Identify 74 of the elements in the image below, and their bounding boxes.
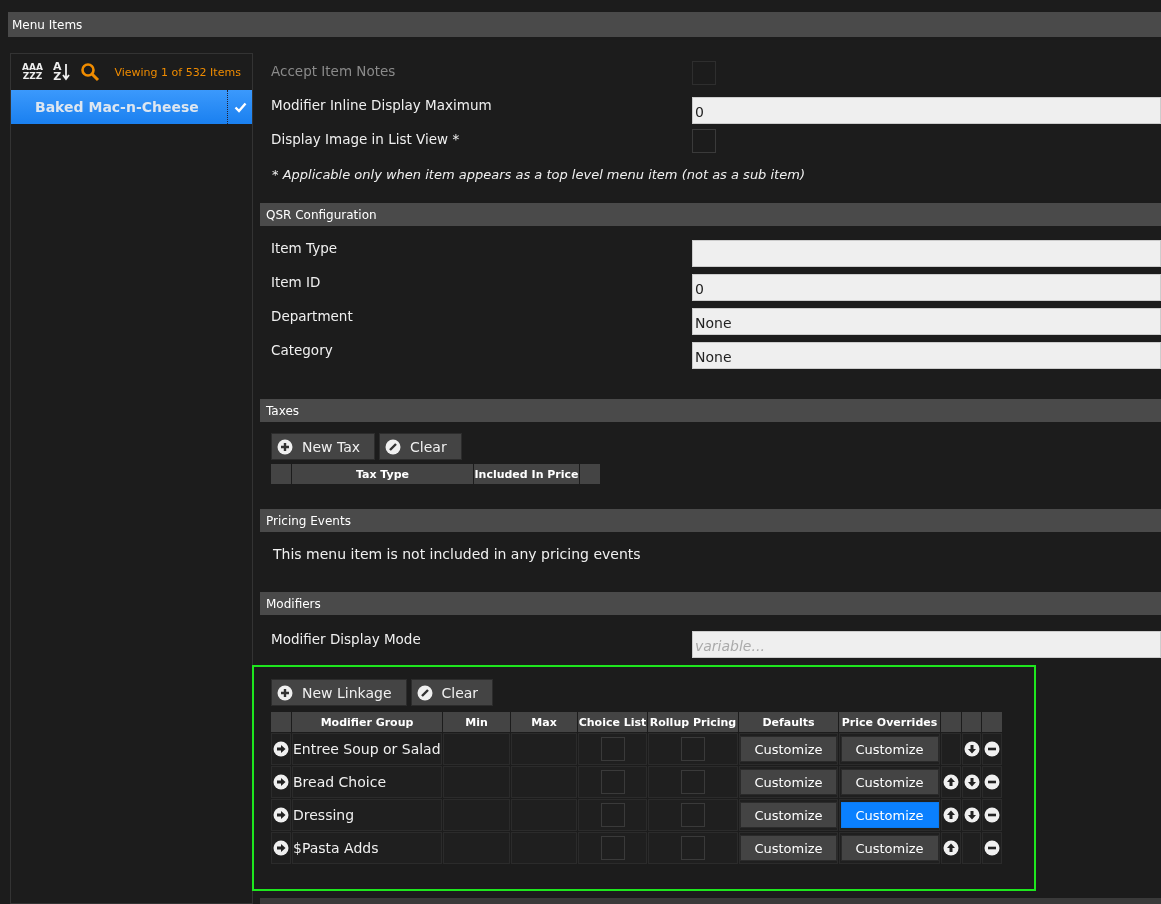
plus-icon xyxy=(277,438,293,455)
table-header xyxy=(941,712,961,732)
new-tax-button[interactable]: New Tax xyxy=(271,433,376,460)
checkbox[interactable] xyxy=(681,836,705,860)
remove-icon[interactable] xyxy=(984,840,1000,856)
checkbox[interactable] xyxy=(600,836,625,860)
slash-circle-icon xyxy=(416,684,433,701)
remove-icon[interactable] xyxy=(984,741,1000,757)
item-count: Viewing 1 of 532 Items xyxy=(114,65,241,79)
table-header xyxy=(580,464,600,484)
customize-button[interactable]: Customize xyxy=(840,835,939,861)
sort-group-button[interactable]: AAA ZZZ xyxy=(22,63,43,81)
checkbox[interactable] xyxy=(600,770,625,794)
customize-button[interactable]: Customize xyxy=(740,802,837,828)
field-label: Modifier Display Mode xyxy=(271,630,421,647)
table-cell xyxy=(443,733,510,765)
sort-az-button[interactable]: A Z xyxy=(52,62,71,82)
checkbox[interactable] xyxy=(692,129,716,153)
customize-button[interactable]: Customize xyxy=(840,736,939,762)
input-field[interactable]: 0 xyxy=(692,274,1161,301)
section-header: QSR Configuration xyxy=(260,203,1161,226)
section-header: Pricing Events xyxy=(260,509,1161,532)
column-header: Max xyxy=(511,712,577,732)
column-header: Tax Type xyxy=(292,464,473,484)
field-label: Display Image in List View * xyxy=(271,130,460,147)
customize-button[interactable]: Customize xyxy=(740,736,837,762)
field-label: Modifier Inline Display Maximum xyxy=(271,96,492,113)
input-field[interactable]: variable... xyxy=(692,631,1161,658)
slash-circle-icon xyxy=(385,438,402,455)
input-field[interactable]: None xyxy=(692,342,1161,369)
table-header xyxy=(962,712,981,732)
clear-button[interactable]: Clear xyxy=(410,679,494,706)
table-cell: Entree Soup or Salad xyxy=(292,733,442,765)
checkbox[interactable] xyxy=(600,737,625,761)
new-linkage-button[interactable]: New Linkage xyxy=(271,679,407,706)
remove-icon[interactable] xyxy=(984,807,1000,823)
checkbox[interactable] xyxy=(681,803,705,827)
search-icon[interactable] xyxy=(80,62,101,82)
column-header: Price Overrides xyxy=(839,712,940,732)
customize-button[interactable]: Customize xyxy=(740,835,837,861)
window-title: Menu Items xyxy=(8,12,1161,37)
checkbox[interactable] xyxy=(681,770,705,794)
field-label: Department xyxy=(271,307,353,324)
input-field[interactable] xyxy=(692,240,1161,267)
column-header: Modifier Group xyxy=(292,712,442,732)
column-header: Rollup Pricing xyxy=(648,712,738,732)
customize-button[interactable]: Customize xyxy=(840,802,939,828)
checkbox[interactable] xyxy=(681,737,705,761)
footnote: * Applicable only when item appears as a top level menu item (not as a sub item) xyxy=(271,166,806,184)
column-header: Choice List xyxy=(578,712,647,732)
column-header: Included In Price xyxy=(474,464,579,484)
table-header xyxy=(271,464,291,484)
plus-icon xyxy=(277,684,293,701)
field-label: Accept Item Notes xyxy=(271,62,396,79)
customize-button[interactable]: Customize xyxy=(840,769,939,795)
table-header xyxy=(271,712,291,732)
field-label: Item Type xyxy=(271,239,338,256)
table-cell: $Pasta Adds xyxy=(292,832,442,864)
input-field[interactable]: 0 xyxy=(692,97,1161,124)
clear-button[interactable]: Clear xyxy=(379,433,462,460)
field-label: Category xyxy=(271,341,333,358)
section-header: Taxes xyxy=(260,399,1161,422)
section-header: Modifiers xyxy=(260,592,1161,615)
customize-button[interactable]: Customize xyxy=(740,769,837,795)
field-label: Item ID xyxy=(271,273,321,290)
table-cell: Dressing xyxy=(292,799,442,831)
table-cell: Bread Choice xyxy=(292,766,442,798)
column-header: Min xyxy=(443,712,510,732)
table-header xyxy=(982,712,1002,732)
empty-message: This menu item is not included in any pricing events xyxy=(272,545,642,564)
checkbox[interactable] xyxy=(600,803,625,827)
remove-icon[interactable] xyxy=(984,774,1000,790)
column-header: Defaults xyxy=(739,712,838,732)
input-field[interactable]: None xyxy=(692,308,1161,335)
